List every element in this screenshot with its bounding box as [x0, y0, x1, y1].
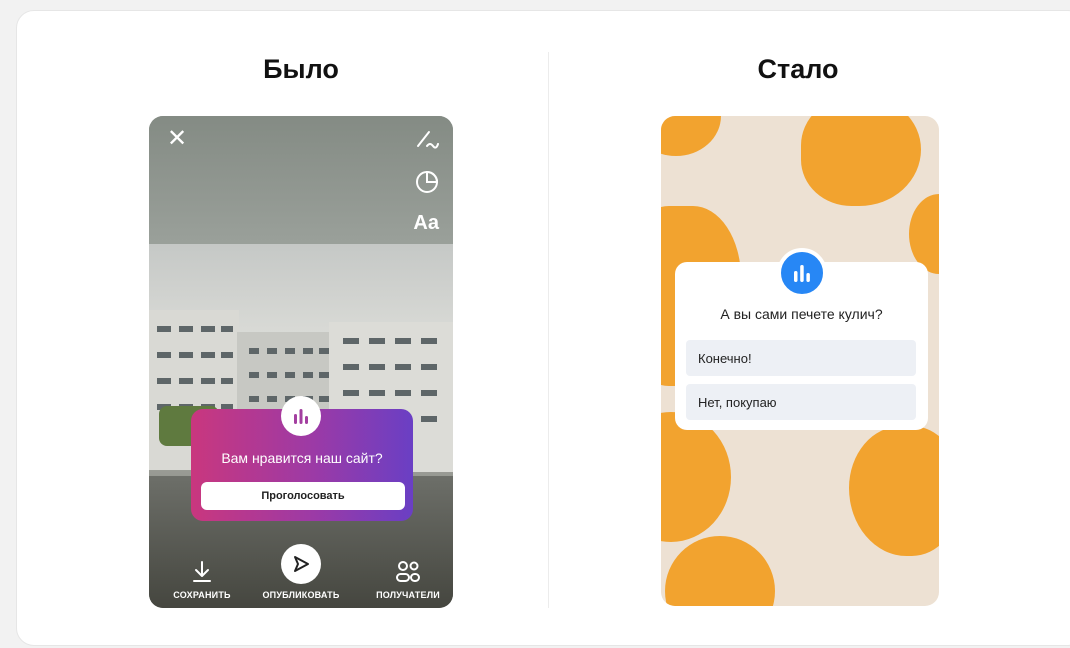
send-icon: [281, 544, 321, 584]
poll-question-before: Вам нравится наш сайт?: [221, 450, 383, 466]
column-divider: [548, 52, 549, 608]
decor-blob: [849, 426, 939, 556]
photo-top-band: [149, 116, 453, 244]
close-icon[interactable]: ✕: [167, 124, 187, 153]
before-title: Было: [263, 54, 339, 84]
recipients-button[interactable]: ПОЛУЧАТЕЛИ: [363, 560, 453, 600]
poll-option[interactable]: Нет, покупаю: [686, 384, 916, 420]
save-label: СОХРАНИТЬ: [173, 590, 231, 600]
publish-label: ОПУБЛИКОВАТЬ: [262, 590, 340, 600]
bar-chart-icon: [281, 396, 321, 436]
recipients-label: ПОЛУЧАТЕЛИ: [376, 590, 440, 600]
pen-icon[interactable]: [415, 128, 439, 155]
decor-blob: [801, 116, 921, 206]
people-icon: [396, 561, 420, 582]
poll-option[interactable]: Конечно!: [686, 340, 916, 376]
download-icon: [193, 561, 211, 582]
decor-blob: [665, 536, 775, 606]
poll-question-after: А вы сами печете кулич?: [720, 306, 883, 322]
publish-button[interactable]: ОПУБЛИКОВАТЬ: [253, 544, 349, 600]
after-story-screen: А вы сами печете кулич? Конечно! Нет, по…: [661, 116, 939, 606]
sticker-icon[interactable]: [415, 170, 439, 199]
decor-blob: [661, 116, 721, 156]
bottom-toolbar: СОХРАНИТЬ ОПУБЛИКОВАТЬ ПОЛУЧАТЕЛИ: [149, 530, 453, 600]
before-story-screen: ✕ Aa Вам нравится наш сайт? Проголосоват…: [149, 116, 453, 608]
vote-button[interactable]: Проголосовать: [201, 482, 405, 510]
bar-chart-icon: [777, 248, 827, 298]
save-button[interactable]: СОХРАНИТЬ: [165, 560, 239, 600]
after-title: Стало: [757, 54, 839, 84]
text-tool-button[interactable]: Aa: [413, 212, 439, 235]
decor-blob: [661, 412, 731, 542]
